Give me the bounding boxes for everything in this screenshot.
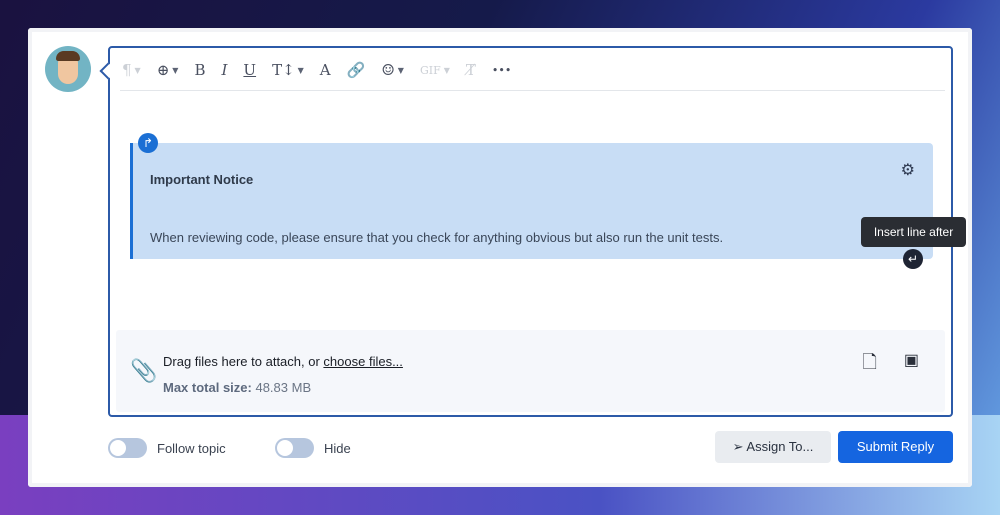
caret-down-icon: ▼	[443, 65, 450, 75]
gear-icon[interactable]: ⚙	[901, 160, 915, 180]
toolbar-gif-button[interactable]: GIF ▼	[420, 64, 450, 77]
editor-toolbar: ¶ ▼ ⊕ ▼ B I U T↕ ▼ A 🔗 ☺ ▼ GIF ▼ T̸ •••	[122, 58, 527, 82]
max-size-value: 48.83 MB	[251, 380, 312, 395]
underline-icon: U	[243, 61, 257, 79]
more-icon: •••	[491, 63, 512, 77]
toolbar-emoji-button[interactable]: ☺ ▼	[381, 61, 404, 79]
send-icon: ➢	[732, 439, 747, 454]
toolbar-clear-format-button[interactable]: T̸	[466, 61, 476, 79]
link-icon: 🔗	[346, 61, 366, 79]
attachment-dropzone[interactable]: 📎 Drag files here to attach, or choose f…	[116, 330, 945, 412]
emoji-icon: ☺	[381, 61, 395, 79]
text-size-icon: T↕	[272, 61, 295, 79]
insert-line-after-icon[interactable]: ↵	[903, 249, 923, 269]
caret-down-icon: ▼	[134, 65, 141, 75]
notice-block[interactable]: Important Notice When reviewing code, pl…	[130, 143, 933, 259]
choose-files-link[interactable]: choose files...	[323, 354, 403, 369]
image-icon[interactable]: ▣	[904, 350, 919, 370]
bold-icon: B	[194, 61, 206, 79]
toolbar-text-color-button[interactable]: A	[320, 61, 331, 79]
toolbar-paragraph-button[interactable]: ¶ ▼	[122, 61, 141, 79]
tooltip: Insert line after	[861, 217, 966, 247]
hide-toggle[interactable]	[275, 438, 314, 458]
submit-reply-button[interactable]: Submit Reply	[838, 431, 953, 463]
toolbar-more-button[interactable]: •••	[492, 64, 511, 77]
paperclip-icon: 📎	[130, 358, 158, 383]
toolbar-link-button[interactable]: 🔗	[347, 61, 366, 79]
avatar[interactable]	[45, 46, 91, 92]
gif-icon: GIF	[419, 63, 441, 77]
hide-label: Hide	[324, 441, 351, 456]
clear-format-icon: T̸	[465, 61, 476, 79]
file-database-icon[interactable]: 🗋	[863, 350, 877, 380]
toolbar-bold-button[interactable]: B	[194, 61, 205, 79]
toolbar-insert-button[interactable]: ⊕ ▼	[157, 61, 179, 79]
editor[interactable]: ¶ ▼ ⊕ ▼ B I U T↕ ▼ A 🔗 ☺ ▼ GIF ▼ T̸ ••• Important Notice…	[99, 46, 953, 417]
insert-icon: ⊕	[156, 61, 170, 79]
follow-topic-toggle[interactable]	[108, 438, 147, 458]
max-size-label: Max total size:	[163, 380, 252, 395]
paragraph-icon: ¶	[122, 61, 132, 79]
caret-down-icon: ▼	[397, 65, 404, 75]
notice-body: When reviewing code, please ensure that …	[150, 230, 724, 245]
toolbar-underline-button[interactable]: U	[243, 61, 256, 79]
forward-arrow-icon[interactable]: ↱	[138, 133, 158, 153]
notice-title: Important Notice	[150, 172, 254, 187]
italic-icon: I	[221, 61, 228, 79]
toolbar-italic-button[interactable]: I	[221, 61, 227, 79]
follow-topic-label: Follow topic	[157, 441, 226, 456]
toolbar-divider	[120, 90, 945, 91]
text-color-icon: A	[319, 61, 331, 79]
toolbar-text-size-button[interactable]: T↕ ▼	[272, 61, 304, 79]
caret-down-icon: ▼	[172, 65, 179, 75]
assign-to-button[interactable]: ➢ Assign To...	[715, 431, 831, 463]
caret-down-icon: ▼	[297, 65, 304, 75]
drag-text: Drag files here to attach, or	[163, 354, 324, 369]
